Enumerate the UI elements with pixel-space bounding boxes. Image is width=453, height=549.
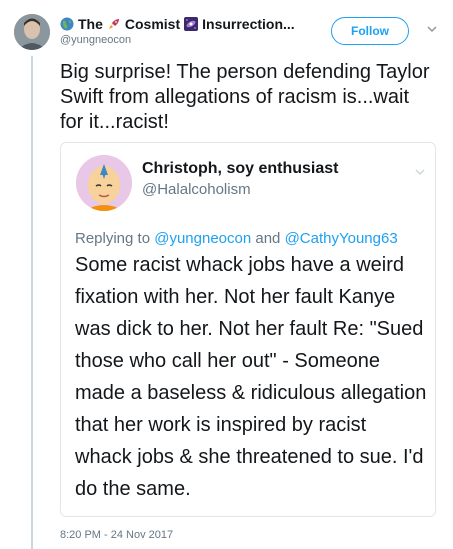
quoted-tweet-text: Some racist whack jobs have a weird fixa… [75, 254, 427, 500]
tweet-text: Big surprise! The person defending Taylo… [60, 61, 430, 133]
author-display-name[interactable]: The Cosmist Insurrection... [60, 14, 310, 34]
globe-emoji-icon [60, 17, 74, 31]
tweet: The Cosmist Insurrection... @yungneocon … [0, 0, 453, 549]
replying-user-link-2[interactable]: @CathyYoung63 [285, 230, 398, 247]
author-name-part-2: Cosmist [124, 16, 181, 32]
author-avatar[interactable] [14, 14, 50, 50]
quoted-author-handle[interactable]: @Halalcoholism [142, 181, 251, 198]
replying-to-line: Replying to @yungneocon and @CathyYoung6… [75, 230, 398, 247]
follow-button[interactable]: Follow [331, 17, 409, 45]
quoted-tweet[interactable]: Christoph, soy enthusiast @Halalcoholism… [60, 142, 436, 517]
rocket-emoji-icon [107, 17, 121, 31]
galaxy-emoji-icon [184, 17, 199, 31]
replying-and: and [255, 230, 281, 247]
chevron-down-icon[interactable] [413, 165, 427, 179]
replying-prefix: Replying to [75, 230, 151, 247]
tweet-timestamp[interactable]: 8:20 PM - 24 Nov 2017 [60, 529, 173, 541]
thread-connector-line [31, 56, 33, 549]
chevron-down-icon[interactable] [425, 22, 439, 36]
author-name-part-3: Insurrection... [202, 16, 295, 32]
quoted-author-name[interactable]: Christoph, soy enthusiast [142, 160, 338, 178]
author-name-part-1: The [78, 16, 103, 32]
replying-user-link-1[interactable]: @yungneocon [154, 230, 251, 247]
quoted-author-avatar[interactable] [76, 155, 132, 211]
author-handle[interactable]: @yungneocon [60, 34, 131, 46]
